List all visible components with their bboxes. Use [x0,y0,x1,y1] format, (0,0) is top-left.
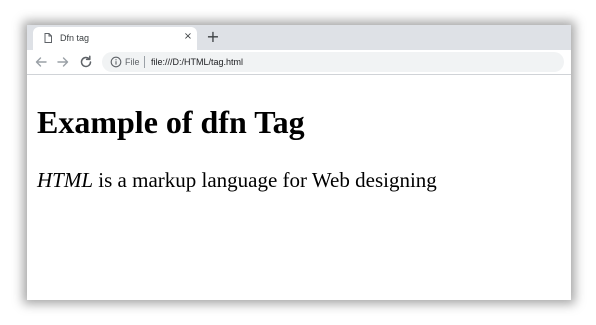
page-viewport: Example of dfn Tag HTML is a markup lang… [27,75,571,300]
back-arrow-icon[interactable] [33,54,49,70]
page-heading: Example of dfn Tag [37,104,305,140]
defined-term: HTML [37,168,94,192]
document-icon [44,33,52,43]
tab-strip: Dfn tag × + [27,25,571,50]
page-paragraph: HTML is a markup language for Web design… [37,167,437,193]
tab-dfn-tag[interactable]: Dfn tag × [33,27,197,50]
forward-arrow-icon[interactable] [55,54,71,70]
reload-icon[interactable] [78,54,94,70]
address-bar[interactable]: File file:///D:/HTML/tag.html [102,52,564,72]
info-icon[interactable] [110,56,122,68]
paragraph-text: is a markup language for Web designing [93,168,437,192]
scheme-label: File [125,57,140,67]
close-tab-icon[interactable]: × [182,30,194,44]
browser-window: Dfn tag × + File file:///D:/HTML/tag.htm… [27,25,571,300]
toolbar: File file:///D:/HTML/tag.html [27,50,571,75]
tab-title: Dfn tag [60,33,90,43]
url-text[interactable]: file:///D:/HTML/tag.html [151,55,243,69]
omnibox-divider [144,56,145,68]
new-tab-button[interactable]: + [205,27,221,47]
